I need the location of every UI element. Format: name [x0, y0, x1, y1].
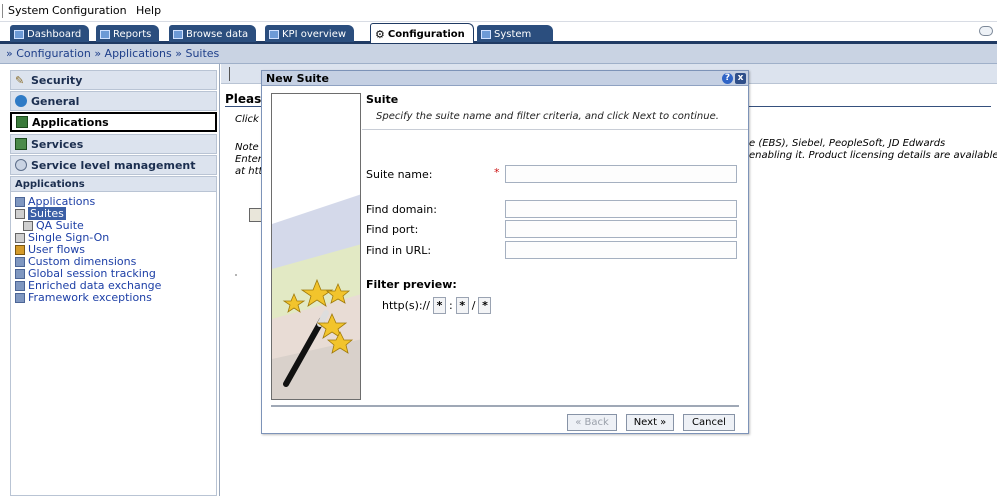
applications-panel: Applications Applications Suites QA Suit…: [10, 176, 217, 496]
filter-url-chip: *: [478, 297, 492, 314]
required-marker: *: [494, 166, 500, 179]
close-icon[interactable]: x: [735, 73, 746, 84]
accordion-label: Services: [31, 137, 84, 151]
tab-label: Dashboard: [27, 29, 82, 40]
next-button[interactable]: Next »: [626, 414, 674, 431]
configuration-icon: ⚙: [375, 28, 385, 41]
nav-label: Framework exceptions: [28, 291, 152, 304]
accordion-label: Applications: [32, 115, 109, 129]
find-url-input[interactable]: [505, 241, 737, 259]
tab-label: Browse data: [186, 29, 249, 40]
find-port-label: Find port:: [366, 223, 419, 236]
browse-data-icon: [173, 30, 183, 39]
tab-configuration[interactable]: ⚙ Configuration: [370, 23, 474, 43]
note-text-line1: Note: [235, 142, 259, 153]
suite-name-label: Suite name:: [366, 168, 433, 181]
find-url-label: Find in URL:: [366, 244, 432, 257]
menu-configuration[interactable]: Configuration: [52, 4, 127, 17]
section-subtitle: Specify the suite name and filter criter…: [376, 111, 719, 122]
accordion-services[interactable]: Services: [10, 134, 217, 154]
menu-separator: [2, 4, 3, 18]
accordion-applications[interactable]: Applications: [10, 112, 217, 132]
tab-kpi-overview[interactable]: KPI overview: [265, 25, 355, 42]
suite-icon: [23, 220, 33, 231]
user-flows-icon: [15, 244, 25, 255]
cancel-button[interactable]: Cancel: [683, 414, 735, 431]
general-icon: [15, 95, 27, 107]
nav-framework-exceptions[interactable]: Framework exceptions: [15, 291, 152, 304]
reports-icon: [100, 30, 110, 39]
find-domain-label: Find domain:: [366, 203, 437, 216]
dialog-footer-divider: [271, 405, 739, 407]
applications-icon: [15, 196, 25, 207]
tab-system[interactable]: System: [477, 25, 553, 42]
sso-icon: [15, 232, 25, 243]
applications-icon: [16, 116, 28, 128]
slm-icon: [15, 159, 27, 171]
custom-dimensions-icon: [15, 256, 25, 267]
filter-prefix: http(s)://: [382, 299, 431, 312]
menu-bar: System Configuration Help: [0, 0, 997, 22]
find-domain-input[interactable]: [505, 200, 737, 218]
filter-preview-title: Filter preview:: [366, 278, 457, 291]
note-text-line3: at htt: [235, 166, 263, 177]
tab-label: Configuration: [387, 29, 465, 40]
section-title: Suite: [366, 93, 399, 106]
collapse-toggle[interactable]: [979, 26, 993, 36]
session-tracking-icon: [15, 268, 25, 279]
tab-label: System: [494, 29, 532, 40]
tab-label: Reports: [113, 29, 152, 40]
tab-bar: Dashboard Reports Browse data KPI overvi…: [0, 22, 997, 44]
tab-browse-data[interactable]: Browse data: [169, 25, 257, 42]
back-button[interactable]: « Back: [567, 414, 617, 431]
accordion-label: Service level management: [31, 158, 196, 172]
dialog-title-bar[interactable]: New Suite ? x: [262, 71, 748, 86]
magic-wand-icon: [272, 194, 360, 399]
section-divider: [362, 129, 748, 130]
breadcrumb-bar: » Configuration » Applications » Suites: [0, 44, 997, 64]
note-text-tail1: e (EBS), Siebel, PeopleSoft, JD Edwards: [749, 138, 946, 149]
accordion-label: General: [31, 94, 80, 108]
toolbar-separator: [229, 67, 230, 81]
dashboard-icon: [14, 30, 24, 39]
accordion-security[interactable]: ✎ Security: [10, 70, 217, 90]
new-suite-dialog: New Suite ? x Suite Specify the suite na…: [261, 70, 749, 434]
system-icon: [481, 30, 491, 39]
accordion-general[interactable]: General: [10, 91, 217, 111]
menu-system[interactable]: System: [8, 4, 49, 17]
panel-title: Applications: [11, 177, 216, 192]
tab-label: KPI overview: [282, 29, 347, 40]
find-port-input[interactable]: [505, 220, 737, 238]
accordion-service-level-management[interactable]: Service level management: [10, 155, 217, 175]
dialog-title: New Suite: [266, 72, 329, 85]
instruction-text: Click: [235, 114, 259, 125]
kpi-icon: [269, 30, 279, 39]
tab-reports[interactable]: Reports: [96, 25, 160, 42]
menu-help[interactable]: Help: [136, 4, 161, 17]
note-text-tail2: enabling it. Product licensing details a…: [749, 150, 997, 161]
filter-domain-chip: *: [433, 297, 447, 314]
tab-dashboard[interactable]: Dashboard: [10, 25, 90, 42]
data-exchange-icon: [15, 280, 25, 291]
filter-port-chip: *: [455, 297, 469, 314]
filter-separator-slash: /: [471, 299, 476, 312]
accordion-label: Security: [31, 73, 83, 87]
help-icon[interactable]: ?: [722, 73, 733, 84]
filter-preview: http(s):// * : * / *: [382, 297, 492, 314]
security-icon: ✎: [15, 74, 25, 87]
wizard-illustration: [271, 93, 361, 400]
filter-separator-colon: :: [449, 299, 453, 312]
suite-name-input[interactable]: [505, 165, 737, 183]
services-icon: [15, 138, 27, 150]
breadcrumb[interactable]: » Configuration » Applications » Suites: [6, 47, 219, 60]
suites-icon: [15, 208, 25, 219]
note-text-line2: Enter: [235, 154, 262, 165]
decorative-dot: [235, 274, 237, 276]
sidebar: ✎ Security General Applications Services…: [0, 64, 220, 496]
framework-exceptions-icon: [15, 292, 25, 303]
